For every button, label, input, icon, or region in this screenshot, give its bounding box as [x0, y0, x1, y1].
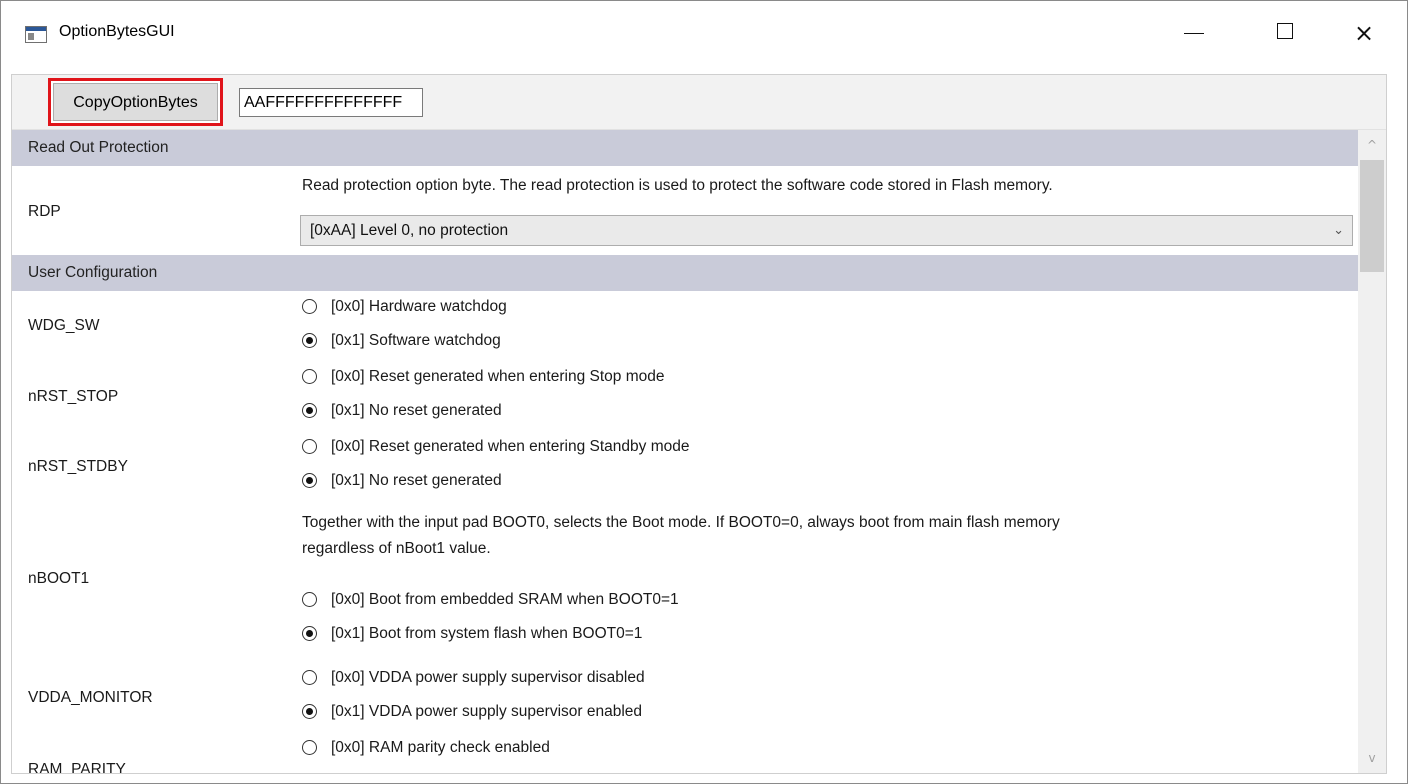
rdp-select[interactable]: [0xAA] Level 0, no protection ⌄: [300, 215, 1353, 246]
radio-selected-icon[interactable]: [302, 403, 317, 418]
row-wdg-sw: WDG_SW [0x0] Hardware watchdog [0x1] Sof…: [12, 291, 1358, 362]
title-bar[interactable]: OptionBytesGUI ×: [1, 1, 1407, 65]
scroll-up-icon[interactable]: ^: [1358, 130, 1386, 160]
radio-selected-icon[interactable]: [302, 626, 317, 641]
scrollbar-thumb[interactable]: [1360, 160, 1384, 272]
nrst-stdby-label: nRST_STDBY: [28, 458, 128, 475]
vertical-scrollbar[interactable]: ^ v: [1358, 130, 1386, 773]
client-area: CopyOptionBytes AAFFFFFFFFFFFFFF Read Ou…: [11, 74, 1387, 774]
radio-icon[interactable]: [302, 670, 317, 685]
property-grid: Read Out Protection RDP Read protection …: [12, 130, 1358, 773]
radio-selected-icon[interactable]: [302, 333, 317, 348]
row-nrst-stop: nRST_STOP [0x0] Reset generated when ent…: [12, 361, 1358, 433]
chevron-down-icon: ⌄: [1333, 223, 1344, 238]
app-window: OptionBytesGUI × CopyOptionBytes AAFFFFF…: [0, 0, 1408, 784]
nrst-stop-label: nRST_STOP: [28, 388, 119, 405]
row-nrst-stdby: nRST_STDBY [0x0] Reset generated when en…: [12, 432, 1358, 503]
radio-selected-icon[interactable]: [302, 473, 317, 488]
row-rdp: RDP Read protection option byte. The rea…: [12, 166, 1358, 256]
close-icon: ×: [1353, 19, 1375, 47]
option-bytes-hex-field[interactable]: AAFFFFFFFFFFFFFF: [239, 88, 423, 117]
ram-parity-label: RAM_PARITY: [28, 761, 126, 773]
radio-icon[interactable]: [302, 439, 317, 454]
minimize-button[interactable]: [1171, 13, 1217, 53]
radio-selected-icon[interactable]: [302, 704, 317, 719]
wdg-sw-label: WDG_SW: [28, 317, 100, 334]
app-icon: [25, 26, 47, 43]
row-nboot1: nBOOT1 Together with the input pad BOOT0…: [12, 502, 1358, 663]
minimize-icon: [1184, 33, 1204, 34]
close-button[interactable]: ×: [1341, 13, 1387, 53]
radio-icon[interactable]: [302, 592, 317, 607]
section-user-configuration[interactable]: User Configuration: [12, 255, 1358, 291]
row-ram-parity: RAM_PARITY [0x0] RAM parity check enable…: [12, 733, 1358, 773]
maximize-icon: [1277, 23, 1293, 39]
nboot1-label: nBOOT1: [28, 570, 90, 587]
copy-option-bytes-button[interactable]: CopyOptionBytes: [48, 78, 223, 126]
radio-icon[interactable]: [302, 740, 317, 755]
rdp-label: RDP: [28, 203, 61, 220]
maximize-button[interactable]: [1263, 13, 1309, 53]
radio-icon[interactable]: [302, 369, 317, 384]
radio-icon[interactable]: [302, 299, 317, 314]
vdda-monitor-label: VDDA_MONITOR: [28, 689, 153, 706]
window-title: OptionBytesGUI: [59, 23, 175, 40]
section-read-out-protection[interactable]: Read Out Protection: [12, 130, 1358, 166]
rdp-selected-value: [0xAA] Level 0, no protection: [310, 222, 509, 239]
nboot1-description-line1: Together with the input pad BOOT0, selec…: [302, 514, 1060, 531]
rdp-description: Read protection option byte. The read pr…: [302, 177, 1053, 194]
toolbar: CopyOptionBytes AAFFFFFFFFFFFFFF: [12, 75, 1386, 130]
scroll-down-icon[interactable]: v: [1358, 743, 1386, 773]
row-vdda-monitor: VDDA_MONITOR [0x0] VDDA power supply sup…: [12, 662, 1358, 734]
copy-option-bytes-label: CopyOptionBytes: [53, 83, 218, 121]
nboot1-description-line2: regardless of nBoot1 value.: [302, 540, 491, 557]
